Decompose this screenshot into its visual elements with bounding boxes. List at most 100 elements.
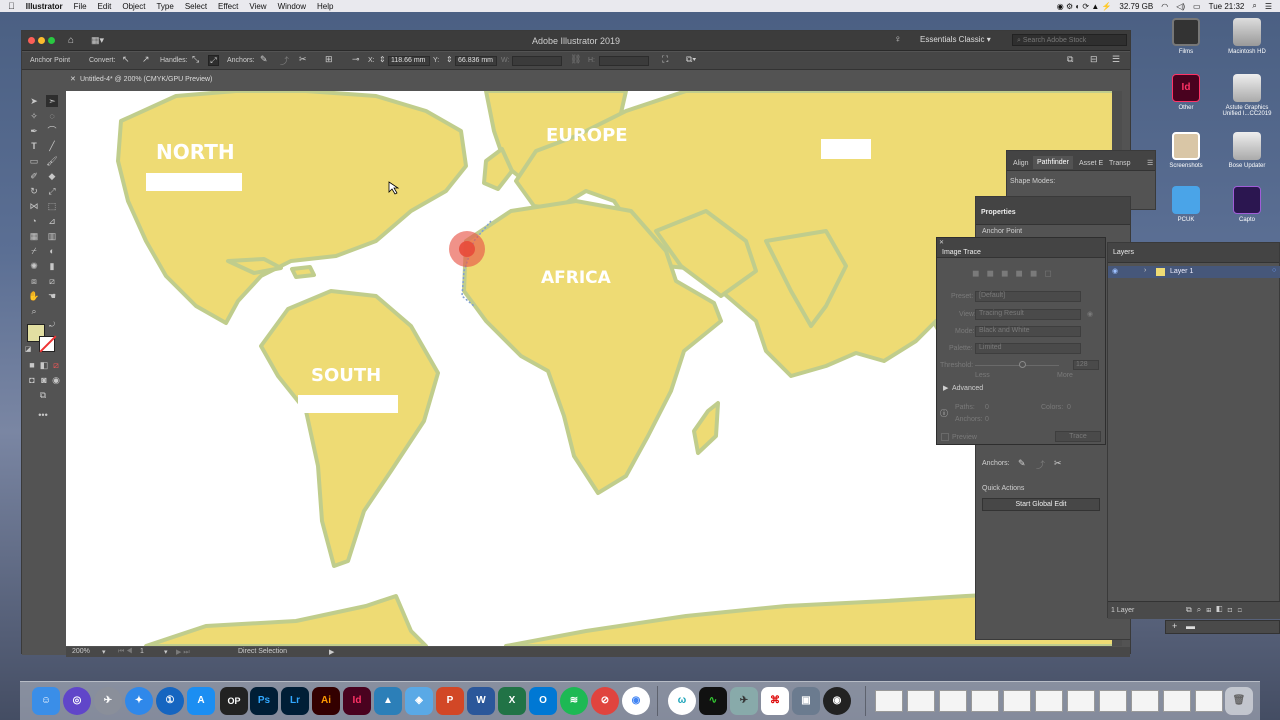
connect-anchor-icon[interactable]: ⤴: [1036, 458, 1045, 471]
convert-corner-icon[interactable]: ↖: [122, 54, 130, 65]
desktop-icon-capto[interactable]: Capto: [1217, 186, 1277, 223]
menu-view[interactable]: View: [249, 2, 266, 11]
layer-action-icons[interactable]: ⧉⌕⊞◧⊡◻: [1186, 605, 1247, 615]
menu-file[interactable]: File: [74, 2, 87, 11]
expand-layer-icon[interactable]: ›: [1144, 267, 1146, 274]
gradient-tool-icon[interactable]: ▥: [46, 230, 58, 242]
mode-select[interactable]: Black and White: [975, 326, 1081, 337]
dock-document-thumbnail[interactable]: [1131, 690, 1159, 712]
curvature-tool-icon[interactable]: ⌒: [46, 125, 58, 137]
dock-document-thumbnail[interactable]: [907, 690, 935, 712]
swap-colors-icon[interactable]: ⤾: [46, 320, 58, 332]
menu-window[interactable]: Window: [278, 2, 306, 11]
pen-tool-icon[interactable]: ✒: [28, 125, 40, 137]
webex-icon[interactable]: ω: [668, 687, 696, 715]
menu-type[interactable]: Type: [156, 2, 173, 11]
dock-document-thumbnail[interactable]: [1195, 690, 1223, 712]
outlook-icon[interactable]: O: [529, 687, 557, 715]
convert-smooth-icon[interactable]: ↗: [142, 54, 150, 65]
tab-pathfinder[interactable]: Pathfinder: [1033, 156, 1073, 169]
artboard-dropdown-icon[interactable]: ▾: [164, 648, 168, 656]
add-icon[interactable]: +: [1172, 621, 1177, 631]
reference-point-icon[interactable]: ⊸: [352, 54, 360, 65]
artboard-tool-icon[interactable]: ⧈: [28, 275, 40, 287]
desktop-icon-other[interactable]: Id Other: [1156, 74, 1216, 111]
align-grid-icon[interactable]: ⊞: [325, 54, 333, 65]
h-field[interactable]: [599, 56, 649, 66]
cut-path-icon[interactable]: ✂: [299, 54, 307, 65]
transform-panel-icon[interactable]: ⧉: [1067, 54, 1073, 65]
siri-icon[interactable]: ◎: [63, 687, 91, 715]
artboard-number[interactable]: 1: [140, 648, 144, 655]
eyedropper-icon[interactable]: ⌿: [28, 245, 40, 257]
preset-select[interactable]: [Default]: [975, 291, 1081, 302]
dock-document-thumbnail[interactable]: [1067, 690, 1095, 712]
lightbulb-icon[interactable]: ♀: [894, 34, 902, 45]
stroke-swatch[interactable]: [39, 335, 57, 353]
desktop-icon-screenshots[interactable]: Screenshots: [1156, 132, 1216, 169]
preview-app-icon[interactable]: ◈: [405, 687, 433, 715]
remove-anchor-icon[interactable]: ✎: [260, 54, 268, 65]
remove-anchor-icon[interactable]: ✎: [1018, 458, 1026, 469]
chrome-icon[interactable]: ◉: [622, 687, 650, 715]
symbol-sprayer-icon[interactable]: ✺: [28, 260, 40, 272]
draw-normal-icon[interactable]: ◘: [26, 374, 38, 386]
advanced-label[interactable]: Advanced: [952, 385, 983, 392]
wifi-icon[interactable]: ◠: [1161, 2, 1168, 11]
apple-icon[interactable]: : [8, 1, 15, 11]
launchpad-icon[interactable]: ✈: [94, 687, 122, 715]
desktop-icon-astute[interactable]: Astute Graphics Unified I...CC2019: [1217, 74, 1277, 117]
layer-name[interactable]: Layer 1: [1170, 268, 1193, 275]
blend-tool-icon[interactable]: ◐: [46, 245, 58, 257]
width-tool-icon[interactable]: ⋈: [28, 200, 40, 212]
screen-mode-icon[interactable]: ⧉: [37, 389, 49, 401]
acrobat-icon[interactable]: ⌘: [761, 687, 789, 715]
menu-edit[interactable]: Edit: [98, 2, 112, 11]
isolate-icon[interactable]: ⛶: [662, 54, 668, 65]
gradient-mode-icon[interactable]: ◧: [38, 359, 50, 371]
zoom-tool-icon[interactable]: ⌕: [28, 305, 40, 317]
dock-document-thumbnail[interactable]: [1003, 690, 1031, 712]
hand-tool-icon[interactable]: ✋: [28, 290, 40, 302]
zoom-level[interactable]: 200%: [72, 648, 90, 655]
color-mode-icon[interactable]: ■: [26, 359, 38, 371]
tab-transparency[interactable]: Transp: [1109, 160, 1131, 167]
lightroom-icon[interactable]: Lr: [281, 687, 309, 715]
slice-tool-icon[interactable]: ⧄: [46, 275, 58, 287]
word-icon[interactable]: W: [467, 687, 495, 715]
draw-behind-icon[interactable]: ◙: [38, 374, 50, 386]
rotate-tool-icon[interactable]: ↻: [28, 185, 40, 197]
free-transform-icon[interactable]: ⬚: [46, 200, 58, 212]
finder-icon[interactable]: ☺: [32, 687, 60, 715]
x-field[interactable]: 118.66 mm: [388, 56, 430, 66]
paintbrush-icon[interactable]: 🖌: [46, 155, 58, 167]
zoom-dropdown-icon[interactable]: ▾: [102, 648, 106, 656]
indesign-icon[interactable]: Id: [343, 687, 371, 715]
mesh-tool-icon[interactable]: ▦: [28, 230, 40, 242]
constrain-link-icon[interactable]: ⛓: [570, 54, 581, 65]
hand-tool-icon[interactable]: ☚: [46, 290, 58, 302]
default-colors-icon[interactable]: ◪: [22, 344, 34, 356]
status-icons[interactable]: ◉ ⚙ ◐ ⟳ ▲ ⚡: [1057, 2, 1112, 11]
palette-select[interactable]: Limited: [975, 343, 1081, 354]
illustrator-icon[interactable]: Ai: [312, 687, 340, 715]
dock-document-thumbnail[interactable]: [1035, 690, 1063, 712]
clock[interactable]: Tue 21:32: [1209, 2, 1245, 11]
menu-help[interactable]: Help: [317, 2, 333, 11]
connect-anchor-icon[interactable]: ⤴: [280, 54, 289, 67]
line-tool-icon[interactable]: ╱: [46, 140, 58, 152]
dock-document-thumbnail[interactable]: [1099, 690, 1127, 712]
preview-checkbox[interactable]: [941, 433, 949, 441]
view-select[interactable]: Tracing Result: [975, 309, 1081, 320]
more-tools-icon[interactable]: •••: [37, 409, 49, 421]
menu-select[interactable]: Select: [185, 2, 207, 11]
desktop-icon-macintosh-hd[interactable]: Macintosh HD: [1217, 18, 1277, 55]
none-mode-icon[interactable]: ⧄: [50, 359, 62, 371]
menu-effect[interactable]: Effect: [218, 2, 238, 11]
y-stepper-icon[interactable]: ⇕: [446, 55, 453, 64]
draw-inside-icon[interactable]: ◉: [50, 374, 62, 386]
screen-recorder-icon[interactable]: ◉: [823, 687, 851, 715]
search-icon[interactable]: ⌕: [1252, 1, 1256, 11]
advanced-disclosure-icon[interactable]: ▶: [943, 384, 948, 392]
powerpoint-icon[interactable]: P: [436, 687, 464, 715]
